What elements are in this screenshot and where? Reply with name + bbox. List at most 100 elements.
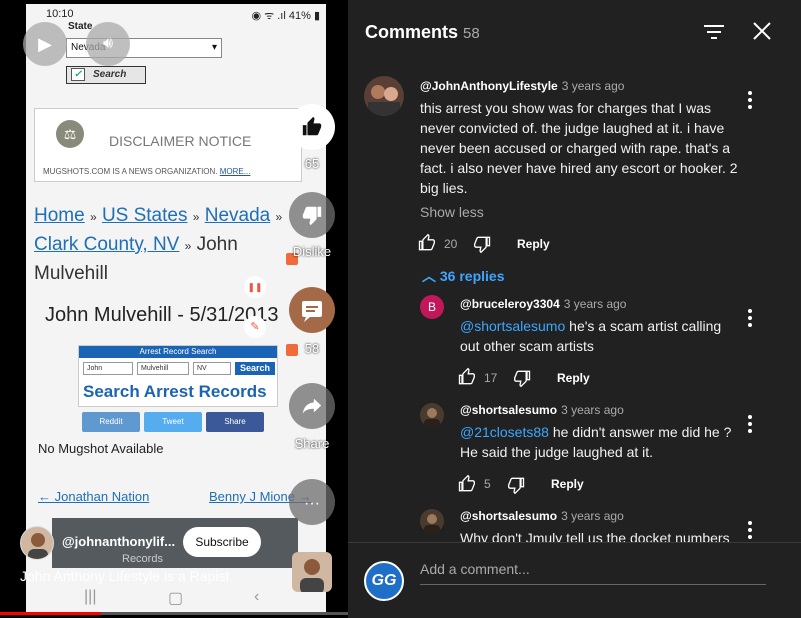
thumb-up-icon[interactable]: [417, 233, 437, 253]
facebook-share: Share: [206, 412, 264, 432]
phone-clock: 10:10: [46, 8, 74, 20]
volume-button[interactable]: 🔊︎: [86, 22, 130, 66]
pencil-icon: ✎: [250, 321, 260, 333]
video-title[interactable]: John Anthony Lifestyle is a Rapist: [20, 568, 229, 584]
reply-button[interactable]: Reply: [557, 371, 590, 385]
back-icon: ‹: [254, 588, 260, 605]
check-icon: ✓: [71, 68, 85, 81]
reply-like-count: 5: [484, 477, 491, 491]
reply-menu-icon[interactable]: [747, 308, 753, 327]
recent-apps-icon: |||: [84, 588, 97, 605]
breadcrumb-sep: »: [192, 210, 200, 224]
breadcrumb-sep: »: [275, 210, 283, 224]
phone-nav-bar: ||| ▢ ‹: [26, 582, 326, 612]
reply-avatar[interactable]: [420, 509, 444, 533]
remix-thumbnail[interactable]: [292, 552, 332, 592]
comment-text: this arrest you show was for charges tha…: [420, 100, 738, 196]
breadcrumb-sep: »: [184, 239, 192, 253]
show-less-link[interactable]: Show less: [420, 204, 484, 220]
comments-header: Comments 58: [348, 0, 801, 62]
breadcrumb-states: US States: [101, 205, 188, 226]
reply-time: 3 years ago: [563, 297, 627, 311]
thumb-up-icon[interactable]: [457, 474, 477, 494]
last-name-field: Mulvehill: [137, 362, 189, 375]
person-icon: [424, 408, 440, 427]
like-count: 65: [304, 156, 320, 171]
video-frame: 10:10 ◉ ᯤ .ıl 41% ▮ State Nevada ▾ ✓ Sea…: [26, 4, 326, 612]
breadcrumb-home: Home: [34, 205, 85, 226]
channel-name[interactable]: @johnanthonylif...: [62, 534, 175, 549]
comments-button[interactable]: [289, 287, 335, 333]
arrest-widget-big-text: Search Arrest Records: [83, 382, 267, 401]
comment-handle-text[interactable]: @JohnAnthonyLifestyle: [420, 79, 558, 93]
video-progress-bar[interactable]: [0, 612, 348, 615]
replies-count[interactable]: 36 replies: [440, 268, 505, 284]
reply-handle-text[interactable]: @bruceleroy3304: [460, 297, 560, 311]
comments-count: 58: [304, 341, 320, 356]
reply-text: Why don't Jmuly tell us the docket numbe…: [460, 530, 730, 542]
play-icon: ▶: [38, 34, 52, 54]
thumb-down-icon[interactable]: [472, 234, 492, 254]
reply-button[interactable]: Reply: [517, 237, 550, 251]
site-search-label: Search: [93, 69, 127, 80]
comment-handle[interactable]: @JohnAnthonyLifestyle 3 years ago: [420, 79, 624, 93]
thumb-down-icon[interactable]: [506, 475, 526, 495]
reply-handle[interactable]: @shortsalesumo 3 years ago: [460, 509, 624, 523]
disclaimer-title: DISCLAIMER NOTICE: [109, 133, 252, 149]
reply-text: @21closets88 he didn't answer me did he …: [460, 422, 740, 462]
reply-menu-icon[interactable]: [747, 520, 753, 539]
play-button[interactable]: ▶: [23, 22, 67, 66]
reply-handle-text[interactable]: @shortsalesumo: [460, 509, 557, 523]
reply-time: 3 years ago: [561, 509, 624, 523]
comments-title: Comments: [365, 22, 459, 42]
subscribe-button[interactable]: Subscribe: [183, 527, 261, 557]
reply-avatar[interactable]: B: [420, 295, 444, 319]
like-button[interactable]: [289, 104, 335, 150]
comments-total: 58: [463, 25, 480, 42]
comment-time: 3 years ago: [561, 79, 625, 93]
commenter-avatar[interactable]: [364, 76, 404, 116]
volume-icon: 🔊︎: [102, 35, 114, 52]
person-icon: [28, 533, 48, 559]
share-arrow-icon: [302, 398, 322, 414]
person-icon: [368, 85, 400, 116]
comment-like-count: 20: [444, 237, 458, 251]
disclaimer-more-link: MORE...: [219, 167, 251, 176]
share-button[interactable]: [289, 383, 335, 429]
reply-mention[interactable]: @21closets88: [460, 424, 549, 440]
reply-mention[interactable]: @shortsalesumo: [460, 318, 565, 334]
thumb-up-icon[interactable]: [457, 367, 477, 387]
more-actions-button[interactable]: ···: [289, 479, 335, 525]
comment-thread: @JohnAnthonyLifestyle 3 years ago this ar…: [348, 70, 801, 260]
thumb-down-icon[interactable]: [512, 368, 532, 388]
reply-comment: @shortsalesumo 3 years ago Why don't Jmul…: [348, 504, 801, 542]
state-label: State: [68, 21, 93, 32]
more-horiz-icon: ···: [304, 495, 320, 512]
video-player[interactable]: 10:10 ◉ ᯤ .ıl 41% ▮ State Nevada ▾ ✓ Sea…: [0, 0, 348, 618]
phone-status-icons: ◉ ᯤ .ıl 41% ▮: [251, 10, 321, 22]
comment-menu-icon[interactable]: [747, 90, 753, 109]
reply-handle-text[interactable]: @shortsalesumo: [460, 403, 557, 417]
reply-like-count: 17: [484, 371, 498, 385]
reply-avatar[interactable]: [420, 403, 444, 427]
chevron-up-icon: ︿: [422, 268, 436, 284]
reply-handle[interactable]: @bruceleroy3304 3 years ago: [460, 297, 626, 311]
reply-button[interactable]: Reply: [551, 477, 584, 491]
replies-toggle[interactable]: ︿ 36 replies: [422, 266, 505, 286]
reply-handle[interactable]: @shortsalesumo 3 years ago: [460, 403, 624, 417]
site-share-row: Reddit Tweet Share: [82, 412, 282, 432]
close-icon[interactable]: [751, 20, 773, 42]
add-comment-input[interactable]: Add a comment...: [420, 561, 766, 585]
dislike-button[interactable]: [289, 192, 335, 238]
reply-time: 3 years ago: [561, 403, 624, 417]
site-search-button: ✓ Search: [66, 66, 146, 84]
current-user-avatar[interactable]: GG: [364, 561, 404, 601]
reddit-share: Reddit: [82, 412, 140, 432]
channel-avatar[interactable]: [20, 526, 54, 560]
video-progress-fill: [0, 612, 101, 615]
breadcrumb-sep: »: [89, 210, 97, 224]
sort-icon[interactable]: [704, 24, 724, 40]
breadcrumb-nevada: Nevada: [204, 205, 271, 226]
reply-menu-icon[interactable]: [747, 414, 753, 433]
add-comment-bar: GG Add a comment...: [348, 542, 801, 618]
